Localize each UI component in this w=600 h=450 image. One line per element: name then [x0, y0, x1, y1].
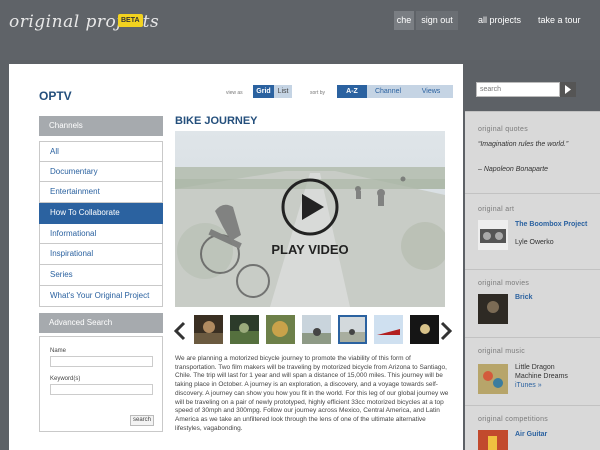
art-author: Lyle Owerko: [515, 239, 554, 246]
competitions-section: original competitions Air Guitar: [465, 405, 600, 450]
movies-section: original movies Brick: [465, 269, 600, 337]
thumbnail[interactable]: [194, 315, 223, 344]
competitions-title: original competitions: [478, 416, 549, 423]
art-section: original art The Boombox Project Lyle Ow…: [465, 193, 600, 269]
movies-link[interactable]: Brick: [515, 294, 533, 301]
thumbnail[interactable]: [302, 315, 331, 344]
channel-item-documentary[interactable]: Documentary: [39, 161, 163, 183]
sort-by-label: sort by: [310, 90, 326, 96]
itunes-link[interactable]: iTunes »: [515, 382, 542, 389]
channel-item-how-to-collaborate[interactable]: How To Collaborate: [39, 203, 163, 224]
view-grid-button[interactable]: Grid: [253, 85, 274, 98]
sort-az-button[interactable]: A-Z: [337, 85, 367, 98]
keywords-label: Keyword(s): [50, 376, 81, 382]
chevron-left-icon[interactable]: [174, 321, 186, 341]
beta-badge: BETA: [118, 14, 143, 27]
search-submit-button[interactable]: [560, 82, 576, 97]
quote-author: – Napoleon Bonaparte: [478, 166, 549, 173]
quotes-title: original quotes: [478, 126, 529, 133]
channels-heading: Channels: [39, 116, 163, 136]
art-link[interactable]: The Boombox Project: [515, 220, 593, 229]
sort-channel-button[interactable]: Channel: [367, 85, 409, 98]
advanced-search-button[interactable]: search: [130, 415, 154, 426]
view-list-button[interactable]: List: [274, 85, 292, 98]
sort-views-button[interactable]: Views: [409, 85, 453, 98]
page-title: OPTV: [39, 89, 72, 103]
quote-text: “Imagination rules the world.”: [478, 141, 569, 148]
channel-list: All Documentary Entertainment How To Col…: [39, 141, 163, 307]
top-bar: original projects BETA che sign out all …: [0, 0, 600, 60]
competition-image[interactable]: [478, 430, 508, 450]
thumbnail[interactable]: [410, 315, 439, 344]
chevron-right-icon[interactable]: [440, 321, 452, 341]
main-panel: OPTV view as Grid List sort by A-Z Chann…: [9, 64, 463, 450]
thumbnail-selected[interactable]: [338, 315, 367, 344]
keywords-input[interactable]: [50, 384, 153, 395]
search-input[interactable]: search: [476, 82, 560, 97]
channel-item-inspirational[interactable]: Inspirational: [39, 244, 163, 266]
sign-out-button[interactable]: sign out: [416, 11, 458, 30]
video-description: We are planning a motorized bicycle jour…: [175, 355, 449, 432]
all-projects-link[interactable]: all projects: [478, 15, 521, 25]
right-sidebar: original quotes “Imagination rules the w…: [465, 111, 600, 450]
thumbnail[interactable]: [374, 315, 403, 344]
take-tour-link[interactable]: take a tour: [538, 15, 581, 25]
channel-item-entertainment[interactable]: Entertainment: [39, 182, 163, 204]
art-image[interactable]: [478, 220, 508, 250]
name-input[interactable]: [50, 356, 153, 367]
music-album: Machine Dreams: [515, 373, 568, 380]
channel-item-whats-your-original-project[interactable]: What's Your Original Project: [39, 285, 163, 307]
quotes-section: original quotes “Imagination rules the w…: [465, 111, 600, 193]
channel-item-all[interactable]: All: [39, 141, 163, 162]
channel-item-informational[interactable]: Informational: [39, 223, 163, 245]
music-artist: Little Dragon: [515, 364, 555, 371]
user-link[interactable]: che: [394, 11, 414, 30]
music-section: original music Little Dragon Machine Dre…: [465, 337, 600, 405]
play-video-label[interactable]: PLAY VIDEO: [175, 242, 445, 257]
art-title: original art: [478, 206, 515, 213]
movies-title: original movies: [478, 280, 530, 287]
movie-image[interactable]: [478, 294, 508, 324]
video-frame: [175, 131, 445, 307]
view-as-label: view as: [226, 90, 243, 96]
music-image[interactable]: [478, 364, 508, 394]
name-label: Name: [50, 348, 67, 354]
thumbnail[interactable]: [230, 315, 259, 344]
channel-item-series[interactable]: Series: [39, 265, 163, 286]
advanced-search-heading: Advanced Search: [39, 313, 163, 333]
video-player[interactable]: PLAY VIDEO: [175, 131, 445, 307]
competitions-link[interactable]: Air Guitar: [515, 431, 547, 438]
advanced-search-form: Name Keyword(s) search: [39, 336, 163, 432]
video-title: BIKE JOURNEY: [175, 115, 258, 127]
thumbnail[interactable]: [266, 315, 295, 344]
music-title: original music: [478, 348, 525, 355]
